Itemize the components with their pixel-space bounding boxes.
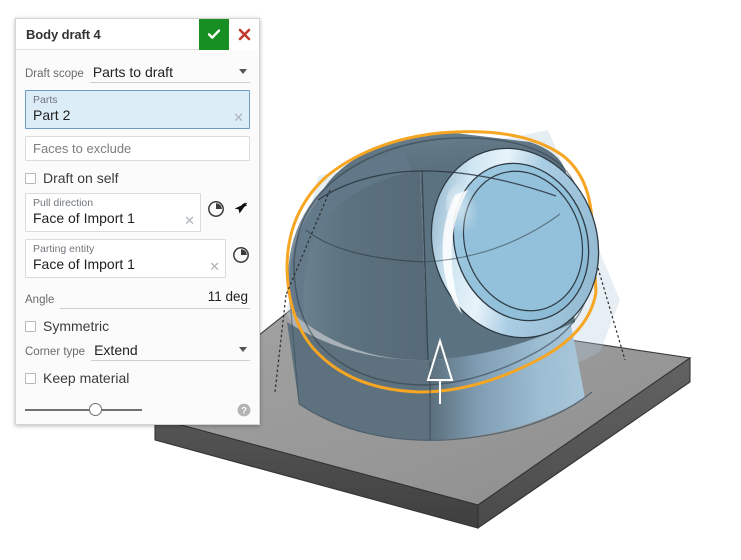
parting-entity-field[interactable]: Parting entity Face of Import 1 ✕	[25, 239, 226, 278]
keep-material-checkbox[interactable]	[25, 372, 36, 384]
draft-scope-value: Parts to draft	[92, 64, 173, 80]
parts-label: Parts	[33, 94, 58, 106]
checkmark-icon	[207, 29, 221, 39]
draft-scope-label: Draft scope	[25, 68, 84, 80]
slider-thumb[interactable]	[89, 403, 103, 416]
parts-clear-icon[interactable]: ✕	[233, 111, 244, 124]
arrow-pointer-icon[interactable]	[231, 199, 250, 218]
angle-input[interactable]: 11 deg	[60, 288, 250, 309]
parting-entity-label: Parting entity	[33, 243, 95, 255]
dialog-header: Body draft 4	[16, 18, 259, 50]
dialog-title: Body draft 4	[26, 26, 101, 42]
help-glyph: ?	[237, 403, 251, 417]
parting-entity-value: Face of Import 1	[33, 256, 135, 272]
parting-entity-row: Parting entity Face of Import 1 ✕	[25, 232, 250, 278]
draft-scope-dropdown[interactable]: Parts to draft	[89, 64, 250, 83]
parts-value: Part 2	[33, 107, 71, 123]
flip-parting-entity-icon[interactable]	[231, 245, 250, 264]
chevron-down-icon	[239, 347, 247, 352]
corner-type-row: Corner type Extend	[25, 336, 250, 361]
parting-entity-icons	[231, 232, 250, 264]
dialog-body: Draft scope Parts to draft Parts Part 2 …	[16, 50, 259, 386]
pull-direction-field[interactable]: Pull direction Face of Import 1 ✕	[25, 193, 201, 232]
arrow-pointer-glyph	[234, 202, 247, 213]
draft-on-self-row[interactable]: Draft on self	[25, 170, 250, 186]
angle-row: Angle 11 deg	[25, 288, 250, 309]
cancel-button[interactable]	[229, 18, 259, 50]
corner-type-label: Corner type	[25, 346, 86, 358]
pull-direction-row: Pull direction Face of Import 1 ✕	[25, 186, 250, 232]
angle-label: Angle	[25, 294, 55, 306]
corner-type-dropdown[interactable]: Extend	[91, 342, 250, 361]
corner-type-value: Extend	[94, 342, 138, 358]
draft-on-self-checkbox[interactable]	[25, 172, 36, 184]
chevron-down-icon	[239, 69, 247, 74]
faces-to-exclude-placeholder: Faces to exclude	[33, 141, 132, 156]
angle-value: 11 deg	[207, 289, 248, 304]
accept-button[interactable]	[199, 18, 229, 50]
dialog-footer	[16, 396, 259, 424]
svg-text:?: ?	[241, 405, 247, 415]
flip-direction-glyph	[207, 200, 224, 217]
faces-to-exclude-field[interactable]: Faces to exclude	[25, 136, 250, 161]
draft-scope-row: Draft scope Parts to draft	[25, 58, 250, 83]
parts-selection-field[interactable]: Parts Part 2 ✕	[25, 90, 250, 129]
help-icon[interactable]: ?	[237, 403, 251, 417]
pull-direction-icons	[206, 186, 250, 218]
draft-on-self-label: Draft on self	[43, 170, 119, 186]
slider-track	[25, 409, 142, 411]
keep-material-label: Keep material	[43, 370, 130, 386]
flip-direction-glyph	[232, 246, 249, 263]
pull-direction-clear-icon[interactable]: ✕	[184, 214, 195, 227]
symmetric-row[interactable]: Symmetric	[25, 318, 250, 334]
parting-entity-clear-icon[interactable]: ✕	[209, 260, 220, 273]
symmetric-label: Symmetric	[43, 318, 110, 334]
close-x-icon	[238, 28, 250, 40]
flip-direction-icon[interactable]	[206, 199, 225, 218]
keep-material-row[interactable]: Keep material	[25, 370, 250, 386]
opacity-slider[interactable]	[25, 403, 142, 417]
pull-direction-value: Face of Import 1	[33, 210, 135, 226]
symmetric-checkbox[interactable]	[25, 320, 36, 332]
body-draft-dialog[interactable]: Body draft 4 Draft scope Parts to draft …	[15, 18, 260, 425]
pull-direction-label: Pull direction	[33, 197, 94, 209]
drafted-body[interactable]	[285, 126, 624, 441]
